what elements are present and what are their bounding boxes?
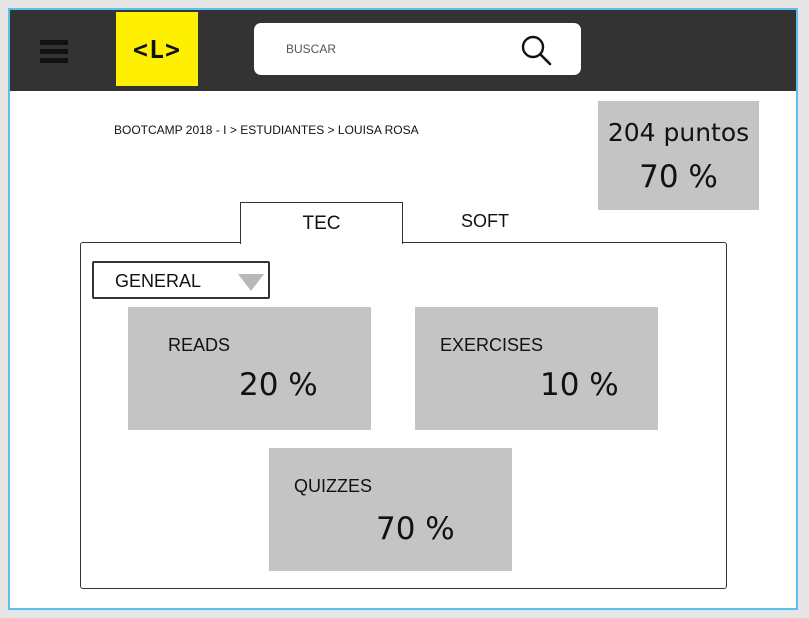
breadcrumb-item-estudiantes[interactable]: ESTUDIANTES xyxy=(240,123,324,137)
stat-label: QUIZZES xyxy=(294,476,373,496)
stat-card-reads: READS 20 % xyxy=(128,307,371,430)
tab-soft[interactable]: SOFT xyxy=(430,206,540,236)
score-summary: 204 puntos 70 % xyxy=(598,101,759,210)
stat-label: READS xyxy=(168,335,231,355)
stat-label: EXERCISES xyxy=(440,335,544,355)
search-bar xyxy=(254,23,581,75)
stat-value: 10 % xyxy=(540,367,619,403)
stat-card-exercises: EXERCISES 10 % xyxy=(415,307,658,430)
breadcrumb-item-bootcamp[interactable]: BOOTCAMP 2018 - I xyxy=(114,123,226,137)
tab-panel: GENERAL READS 20 % EXERCISES 10 % QUIZZE… xyxy=(80,242,727,589)
breadcrumb: BOOTCAMP 2018 - I > ESTUDIANTES > LOUISA… xyxy=(114,123,419,137)
logo[interactable]: <L> xyxy=(116,12,198,86)
dropdown-selected-value: GENERAL xyxy=(115,271,202,291)
hamburger-menu-icon[interactable] xyxy=(40,40,68,64)
search-input[interactable] xyxy=(284,37,508,61)
stat-card-quizzes: QUIZZES 70 % xyxy=(269,448,512,571)
top-bar: <L> xyxy=(10,10,796,91)
tab-tec[interactable]: TEC xyxy=(240,202,403,244)
stat-value: 70 % xyxy=(376,511,455,547)
search-icon[interactable] xyxy=(520,34,552,66)
score-percent: 70 % xyxy=(639,159,718,195)
breadcrumb-separator: > xyxy=(229,123,237,137)
triangle-down-icon xyxy=(238,274,264,291)
app-frame: <L> BOOTCAMP 2018 - I > ESTUDIANTES > LO… xyxy=(8,8,798,610)
score-points: 204 puntos xyxy=(607,118,750,147)
breadcrumb-item-current: LOUISA ROSA xyxy=(337,123,419,137)
stat-value: 20 % xyxy=(239,367,318,403)
category-dropdown[interactable]: GENERAL xyxy=(92,261,270,299)
breadcrumb-separator: > xyxy=(327,123,335,137)
